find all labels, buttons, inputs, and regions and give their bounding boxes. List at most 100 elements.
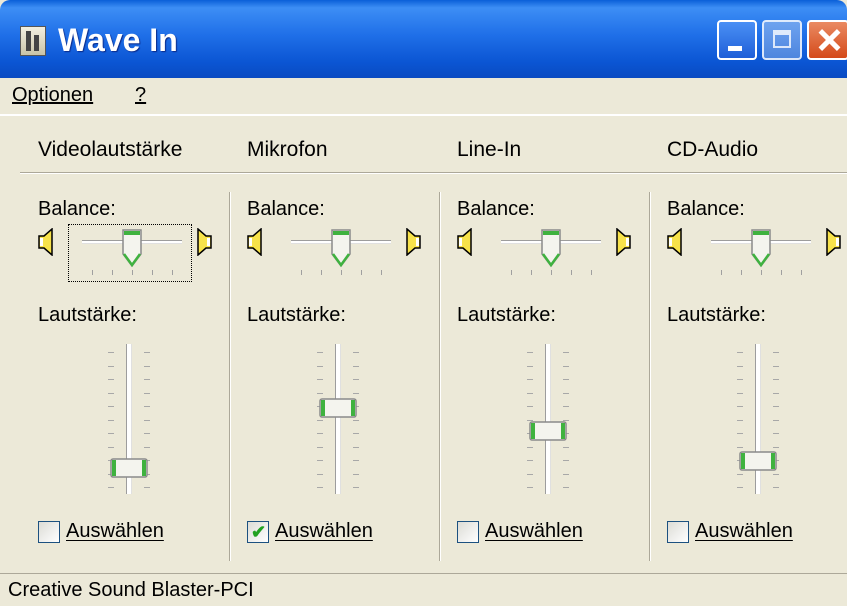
balance-tick xyxy=(341,270,342,275)
volume-tick xyxy=(317,433,323,434)
volume-tick xyxy=(773,433,779,434)
channel-title: CD-Audio xyxy=(667,138,759,161)
menu-bar: Optionen ? xyxy=(0,78,847,115)
volume-tick xyxy=(108,352,114,353)
speaker-right-icon xyxy=(823,228,841,256)
balance-label: Balance: xyxy=(38,198,116,220)
speaker-left-icon xyxy=(457,228,475,256)
volume-label: Lautstärke: xyxy=(247,304,346,326)
balance-slider-thumb[interactable] xyxy=(540,228,562,268)
volume-tick xyxy=(563,474,569,475)
volume-tick xyxy=(353,420,359,421)
volume-tick xyxy=(737,474,743,475)
maximize-button[interactable] xyxy=(762,20,802,60)
volume-slider-track[interactable] xyxy=(545,344,551,494)
volume-tick xyxy=(563,487,569,488)
volume-tick xyxy=(317,474,323,475)
volume-tick xyxy=(527,487,533,488)
volume-slider-track[interactable] xyxy=(335,344,341,494)
volume-tick xyxy=(563,406,569,407)
balance-tick xyxy=(551,270,552,275)
volume-tick xyxy=(737,406,743,407)
channel-separator xyxy=(649,192,651,561)
volume-tick xyxy=(773,474,779,475)
volume-tick xyxy=(737,379,743,380)
volume-slider-thumb[interactable] xyxy=(318,397,358,419)
select-checkbox[interactable] xyxy=(667,521,689,543)
status-text: Creative Sound Blaster-PCI xyxy=(8,579,254,601)
balance-tick xyxy=(721,270,722,275)
volume-tick xyxy=(773,487,779,488)
volume-tick xyxy=(144,487,150,488)
balance-slider-thumb[interactable] xyxy=(330,228,352,268)
select-label: Auswählen xyxy=(66,520,164,542)
volume-label: Lautstärke: xyxy=(38,304,137,326)
volume-tick xyxy=(144,406,150,407)
balance-tick xyxy=(571,270,572,275)
volume-slider-thumb[interactable] xyxy=(109,457,149,479)
volume-tick xyxy=(563,352,569,353)
volume-slider-thumb[interactable] xyxy=(528,420,568,442)
volume-tick xyxy=(773,393,779,394)
mixer-icon[interactable] xyxy=(20,26,46,56)
volume-tick xyxy=(773,379,779,380)
volume-tick xyxy=(317,379,323,380)
volume-tick xyxy=(773,406,779,407)
minimize-button[interactable] xyxy=(717,20,757,60)
volume-tick xyxy=(144,393,150,394)
menu-help[interactable]: ? xyxy=(135,84,146,107)
volume-slider-thumb[interactable] xyxy=(738,450,778,472)
select-checkbox[interactable] xyxy=(38,521,60,543)
speaker-left-icon xyxy=(667,228,685,256)
volume-tick xyxy=(108,487,114,488)
volume-tick xyxy=(144,379,150,380)
balance-label: Balance: xyxy=(247,198,325,220)
volume-tick xyxy=(527,366,533,367)
volume-tick xyxy=(773,352,779,353)
volume-tick xyxy=(353,487,359,488)
volume-tick xyxy=(737,366,743,367)
select-checkbox[interactable]: ✔ xyxy=(247,521,269,543)
volume-tick xyxy=(144,352,150,353)
wave-in-window: Wave In Optionen ? Creative Sound Blaste… xyxy=(0,0,847,606)
volume-tick xyxy=(317,447,323,448)
volume-tick xyxy=(108,447,114,448)
status-bar: Creative Sound Blaster-PCI xyxy=(0,573,847,606)
menu-optionen[interactable]: Optionen xyxy=(12,84,93,107)
balance-slider-thumb[interactable] xyxy=(750,228,772,268)
channel-title: Mikrofon xyxy=(247,138,328,161)
balance-tick xyxy=(511,270,512,275)
header-separator xyxy=(20,172,847,174)
balance-tick xyxy=(531,270,532,275)
focus-rectangle xyxy=(68,224,192,282)
volume-tick xyxy=(108,393,114,394)
speaker-right-icon xyxy=(613,228,631,256)
select-checkbox[interactable] xyxy=(457,521,479,543)
volume-tick xyxy=(773,420,779,421)
volume-label: Lautstärke: xyxy=(667,304,766,326)
title-bar[interactable]: Wave In xyxy=(0,0,847,78)
channel-separator xyxy=(439,192,441,561)
volume-tick xyxy=(527,406,533,407)
volume-tick xyxy=(144,420,150,421)
close-button[interactable] xyxy=(807,20,847,60)
volume-tick xyxy=(563,366,569,367)
volume-tick xyxy=(317,420,323,421)
volume-label: Lautstärke: xyxy=(457,304,556,326)
volume-tick xyxy=(144,366,150,367)
balance-tick xyxy=(591,270,592,275)
volume-tick xyxy=(563,393,569,394)
volume-tick xyxy=(527,474,533,475)
volume-tick xyxy=(353,379,359,380)
volume-tick xyxy=(353,460,359,461)
channel-title: Line-In xyxy=(457,138,522,161)
balance-tick xyxy=(741,270,742,275)
select-label: Auswählen xyxy=(485,520,583,542)
volume-tick xyxy=(353,474,359,475)
volume-tick xyxy=(317,352,323,353)
volume-tick xyxy=(737,433,743,434)
volume-tick xyxy=(737,420,743,421)
volume-tick xyxy=(773,366,779,367)
speaker-right-icon xyxy=(403,228,421,256)
volume-tick xyxy=(527,460,533,461)
